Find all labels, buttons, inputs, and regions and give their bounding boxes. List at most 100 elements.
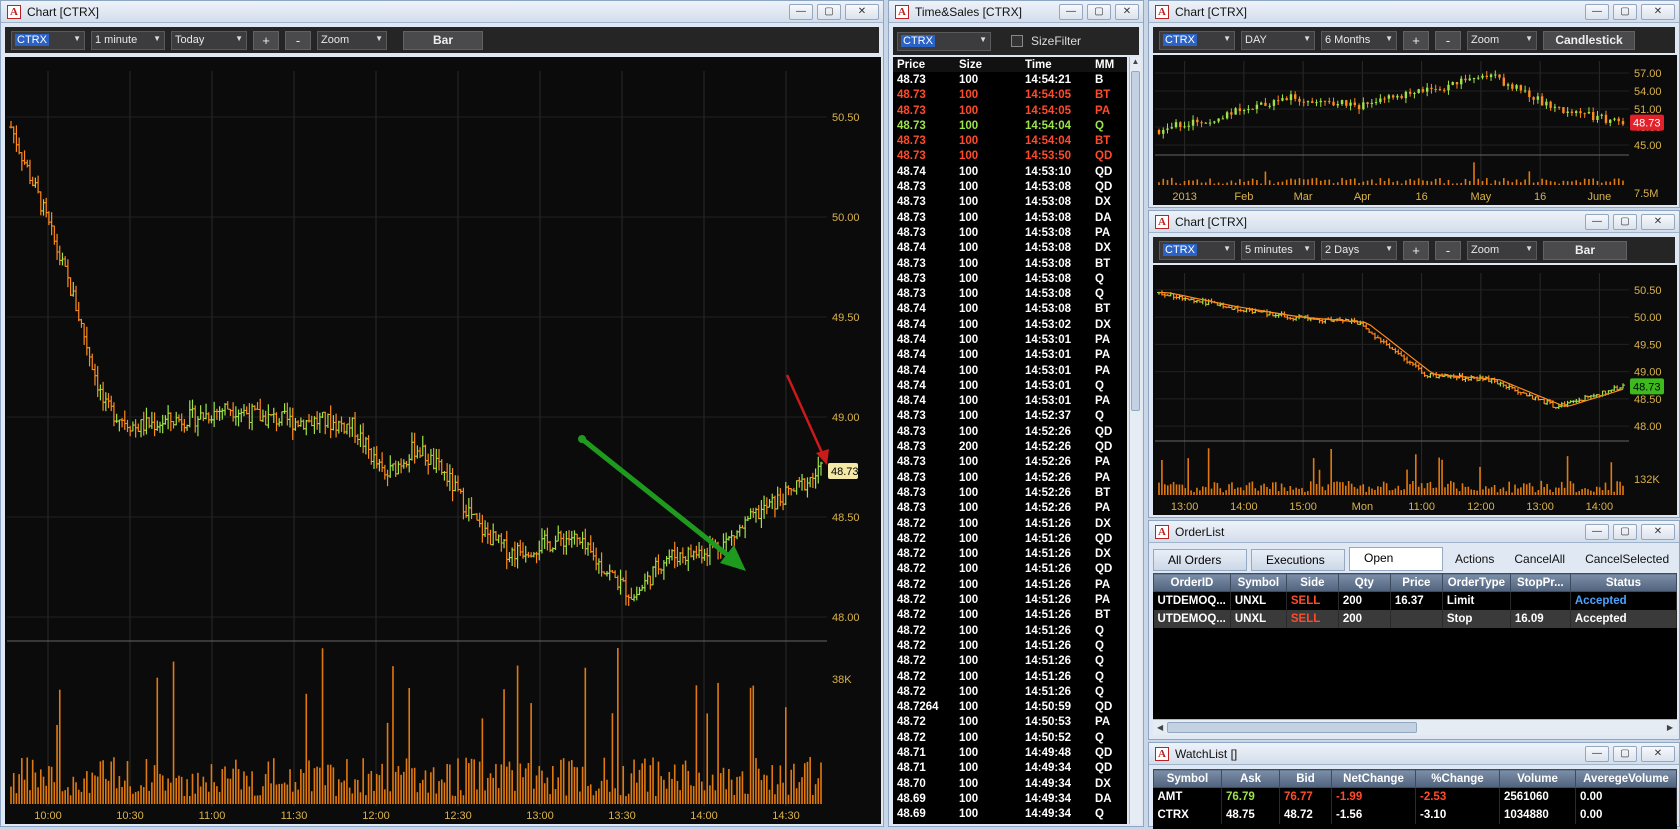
table-row[interactable]: 48.73 100 14:53:08 PA xyxy=(893,225,1127,240)
col-side[interactable]: Side xyxy=(1285,573,1339,592)
table-row[interactable]: 48.74 100 14:53:01 Q xyxy=(893,378,1127,393)
interval-select[interactable]: 5 minutes ▼ xyxy=(1241,240,1315,260)
interval-select[interactable]: DAY ▼ xyxy=(1241,30,1315,50)
table-row[interactable]: 48.74 100 14:53:08 DX xyxy=(893,241,1127,256)
zoom-out-button[interactable]: - xyxy=(285,30,311,50)
table-row[interactable]: 48.72 100 14:51:26 Q xyxy=(893,684,1127,699)
scroll-thumb[interactable] xyxy=(1167,722,1418,733)
table-row[interactable]: 48.73 100 14:54:04 Q xyxy=(893,118,1127,133)
col-bid[interactable]: Bid xyxy=(1279,769,1332,788)
zoom-select[interactable]: Zoom ▼ xyxy=(1467,30,1537,50)
cancel-all-button[interactable]: CancelAll xyxy=(1506,547,1573,571)
maximize-icon[interactable]: ▢ xyxy=(1613,745,1637,762)
tab-all-orders[interactable]: All Orders xyxy=(1153,549,1247,571)
maximize-icon[interactable]: ▢ xyxy=(1613,213,1637,230)
col-ask[interactable]: Ask xyxy=(1221,769,1280,788)
tab-executions[interactable]: Executions xyxy=(1251,549,1345,571)
col-mm[interactable]: MM xyxy=(1095,59,1125,71)
table-row[interactable]: 48.7264 100 14:50:59 QD xyxy=(893,699,1127,714)
price-chart[interactable]: 2013 Feb Mar Apr 16 May 16 June 57.00 54.00 51.00 4… xyxy=(1153,55,1677,205)
table-row[interactable]: 48.72 100 14:51:26 DX xyxy=(893,516,1127,531)
price-chart[interactable]: 13:00 14:00 15:00 Mon 11:00 12:00 13:00 14:00 50… xyxy=(1153,265,1677,515)
table-row[interactable]: 48.73 200 14:52:26 QD xyxy=(893,439,1127,454)
zoom-out-button[interactable]: - xyxy=(1435,30,1461,50)
table-row[interactable]: 48.71 100 14:49:48 QD xyxy=(893,745,1127,760)
table-row[interactable]: 48.72 100 14:51:26 DX xyxy=(893,547,1127,562)
col-time[interactable]: Time xyxy=(1025,59,1095,71)
table-row[interactable]: 48.74 100 14:53:01 PA xyxy=(893,332,1127,347)
symbol-select[interactable]: CTRX ▼ xyxy=(897,31,991,51)
scroll-thumb[interactable] xyxy=(1131,71,1140,411)
titlebar[interactable]: A Chart [CTRX] — ▢ ✕ xyxy=(1,1,883,23)
table-row[interactable]: 48.69 100 14:49:34 DA xyxy=(893,791,1127,806)
table-row[interactable]: CTRX 48.75 48.72 -1.56 -3.10 1034880 0.0… xyxy=(1153,805,1677,824)
table-row[interactable]: 48.73 100 14:54:05 BT xyxy=(893,88,1127,103)
horizontal-scrollbar[interactable]: ◀ ▶ xyxy=(1153,719,1677,735)
close-icon[interactable]: ✕ xyxy=(845,3,879,20)
scroll-up-icon[interactable]: ▲ xyxy=(1130,57,1141,69)
table-row[interactable]: UTDEMOQ... UNXL SELL 200 Stop 16.09 Acce… xyxy=(1153,609,1677,628)
table-row[interactable]: 48.73 100 14:52:37 Q xyxy=(893,409,1127,424)
maximize-icon[interactable]: ▢ xyxy=(1613,523,1637,540)
maximize-icon[interactable]: ▢ xyxy=(1087,3,1111,20)
table-row[interactable]: 48.73 100 14:53:08 QD xyxy=(893,179,1127,194)
table-row[interactable]: 48.73 100 14:53:50 QD xyxy=(893,149,1127,164)
titlebar[interactable]: A WatchList [] — ▢ ✕ xyxy=(1149,743,1679,765)
table-row[interactable]: 48.72 100 14:51:26 QD xyxy=(893,531,1127,546)
table-row[interactable]: 48.73 100 14:53:08 Q xyxy=(893,271,1127,286)
col-netchange[interactable]: NetChange xyxy=(1331,769,1416,788)
table-row[interactable]: 48.73 100 14:53:08 DA xyxy=(893,210,1127,225)
table-row[interactable]: 48.72 100 14:51:26 Q xyxy=(893,669,1127,684)
minimize-icon[interactable]: — xyxy=(1585,213,1609,230)
table-row[interactable]: 48.73 100 14:52:26 PA xyxy=(893,470,1127,485)
chart-style-button[interactable]: Bar xyxy=(403,30,483,50)
col-symbol[interactable]: Symbol xyxy=(1229,573,1287,592)
col-size[interactable]: Size xyxy=(955,59,1025,71)
col-avgvolume[interactable]: AveregeVolume xyxy=(1575,769,1677,788)
close-icon[interactable]: ✕ xyxy=(1641,523,1675,540)
titlebar[interactable]: A Chart [CTRX] — ▢ ✕ xyxy=(1149,1,1679,23)
chart-style-button[interactable]: Candlestick xyxy=(1543,30,1635,50)
cancel-selected-button[interactable]: CancelSelected xyxy=(1577,547,1677,571)
minimize-icon[interactable]: — xyxy=(1585,745,1609,762)
table-row[interactable]: 48.74 100 14:53:01 PA xyxy=(893,363,1127,378)
table-row[interactable]: 48.72 100 14:51:26 Q xyxy=(893,638,1127,653)
zoom-out-button[interactable]: - xyxy=(1435,240,1461,260)
titlebar[interactable]: A OrderList — ▢ ✕ xyxy=(1149,521,1679,543)
table-row[interactable]: 48.73 100 14:52:26 PA xyxy=(893,501,1127,516)
close-icon[interactable]: ✕ xyxy=(1115,3,1139,20)
table-row[interactable]: 48.72 100 14:51:26 QD xyxy=(893,562,1127,577)
table-row[interactable]: 48.73 100 14:53:08 DX xyxy=(893,195,1127,210)
table-row[interactable]: 48.72 100 14:50:52 Q xyxy=(893,730,1127,745)
scroll-right-icon[interactable]: ▶ xyxy=(1663,723,1677,732)
col-volume[interactable]: Volume xyxy=(1499,769,1576,788)
close-icon[interactable]: ✕ xyxy=(1641,3,1675,20)
zoom-select[interactable]: Zoom ▼ xyxy=(1467,240,1537,260)
scroll-left-icon[interactable]: ◀ xyxy=(1153,723,1167,732)
table-row[interactable]: 48.72 100 14:51:26 Q xyxy=(893,623,1127,638)
col-price[interactable]: Price xyxy=(893,59,955,71)
sizefilter-checkbox[interactable] xyxy=(1011,35,1023,47)
table-row[interactable]: 48.74 100 14:53:08 BT xyxy=(893,302,1127,317)
table-row[interactable]: 48.74 100 14:53:02 DX xyxy=(893,317,1127,332)
table-row[interactable]: 48.74 100 14:53:10 QD xyxy=(893,164,1127,179)
table-row[interactable]: 48.73 100 14:52:26 QD xyxy=(893,424,1127,439)
table-row[interactable]: 48.74 100 14:53:01 PA xyxy=(893,348,1127,363)
table-row[interactable]: 48.73 100 14:54:04 BT xyxy=(893,133,1127,148)
chart-style-button[interactable]: Bar xyxy=(1543,240,1627,260)
range-select[interactable]: 2 Days ▼ xyxy=(1321,240,1397,260)
table-row[interactable]: 48.72 100 14:51:26 PA xyxy=(893,592,1127,607)
col-stopprice[interactable]: StopPr... xyxy=(1509,573,1571,592)
col-pctchange[interactable]: %Change xyxy=(1415,769,1500,788)
maximize-icon[interactable]: ▢ xyxy=(817,3,841,20)
col-orderid[interactable]: OrderID xyxy=(1153,573,1231,592)
table-row[interactable]: 48.74 100 14:53:01 PA xyxy=(893,394,1127,409)
zoom-select[interactable]: Zoom ▼ xyxy=(317,30,387,50)
close-icon[interactable]: ✕ xyxy=(1641,213,1675,230)
symbol-select[interactable]: CTRX ▼ xyxy=(1159,240,1235,260)
symbol-select[interactable]: CTRX ▼ xyxy=(11,30,85,50)
table-row[interactable]: 48.73 100 14:54:05 PA xyxy=(893,103,1127,118)
table-row[interactable]: 48.70 100 14:49:34 DX xyxy=(893,776,1127,791)
table-row[interactable]: 48.73 100 14:53:08 BT xyxy=(893,256,1127,271)
table-row[interactable]: UTDEMOQ... UNXL SELL 200 16.37 Limit Acc… xyxy=(1153,591,1677,610)
